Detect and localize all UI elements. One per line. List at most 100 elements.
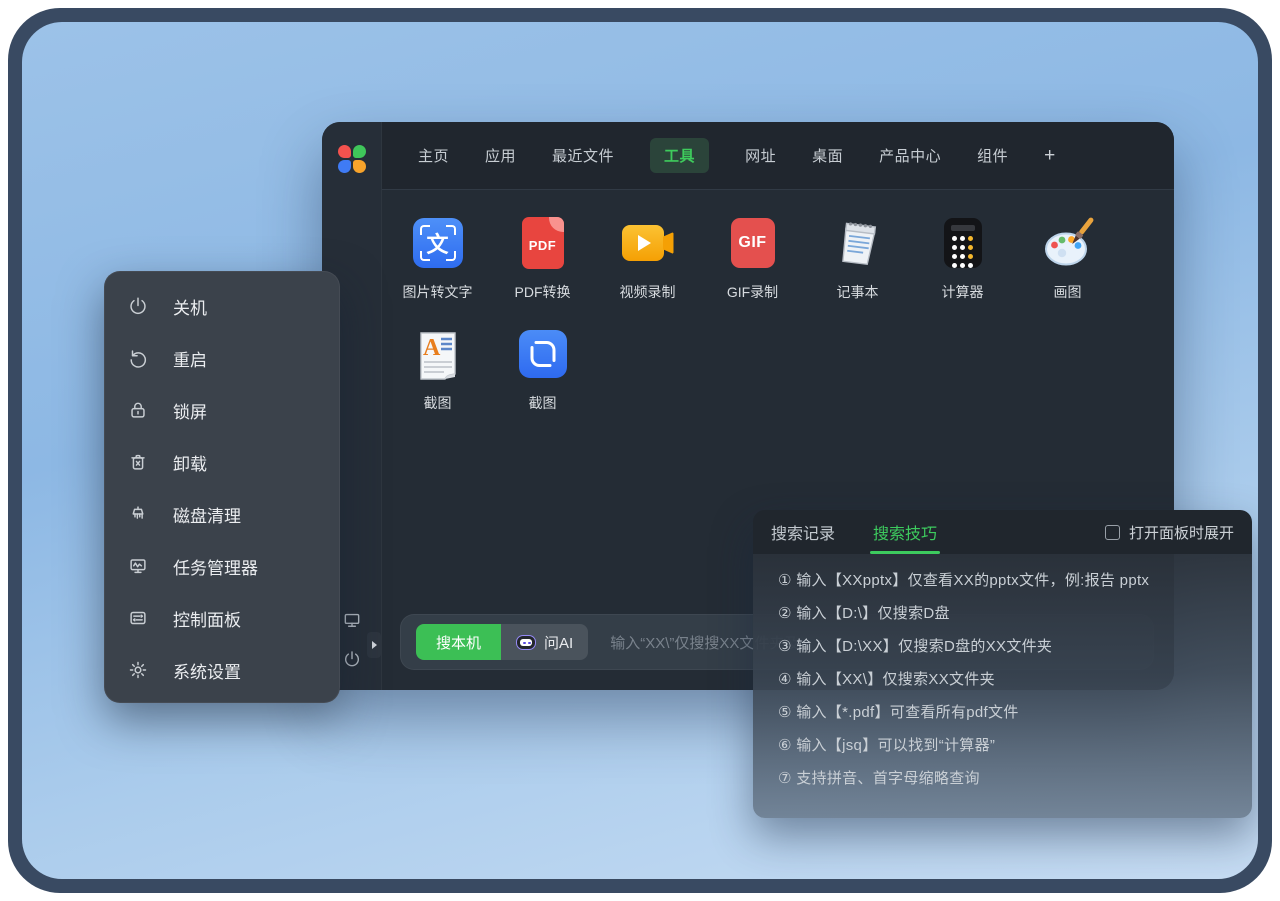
tool-art: GIF: [731, 217, 775, 269]
tool-label: GIF录制: [727, 282, 778, 302]
tool-row: A 截图 截图: [382, 328, 1174, 413]
menu-item-disk-clean[interactable]: 磁盘清理: [105, 488, 339, 540]
tool-label: 计算器: [942, 282, 984, 302]
notepad-icon: [832, 217, 884, 269]
control-panel-icon: [127, 607, 149, 629]
ocr-icon: 文: [413, 218, 463, 268]
nav-tab-2[interactable]: 最近文件: [552, 145, 614, 166]
tip-item: ③ 输入【D:\XX】仅搜索D盘的XX文件夹: [778, 637, 1227, 657]
pdf-file-icon: PDF: [522, 217, 564, 269]
checkbox-icon[interactable]: [1105, 525, 1120, 540]
tool-pdf[interactable]: PDFPDF转换: [490, 217, 595, 302]
tool-label: 图片转文字: [403, 282, 473, 302]
robot-icon: [516, 635, 536, 650]
ask-ai-label: 问AI: [544, 632, 573, 653]
tip-item: ⑦ 支持拼音、首字母缩略查询: [778, 769, 1227, 789]
device-frame: 主页应用最近文件工具网址桌面产品中心组件+ 文图片转文字PDFPDF转换视频录制…: [8, 8, 1272, 893]
tool-art: [622, 217, 674, 269]
uninstall-icon: [127, 451, 149, 473]
restart-icon: [127, 347, 149, 369]
chevron-right-icon: [372, 641, 377, 649]
sidebar-expand-handle[interactable]: [367, 632, 381, 658]
nav-tab-0[interactable]: 主页: [418, 145, 449, 166]
wordpad-document-icon: A: [413, 328, 463, 380]
tip-item: ② 输入【D:\】仅搜索D盘: [778, 604, 1227, 624]
search-local-button[interactable]: 搜本机: [416, 624, 501, 660]
tool-art: [1041, 217, 1095, 269]
nav-tab-bar: 主页 应用 最近文件 工具 网址 桌面 产品中心 组件 +: [382, 122, 1174, 190]
app-logo-icon[interactable]: [338, 145, 366, 173]
ask-ai-button[interactable]: 问AI: [501, 624, 588, 660]
tool-wordpad[interactable]: A 截图: [385, 328, 490, 413]
menu-item-uninstall[interactable]: 卸载: [105, 436, 339, 488]
nav-tab-3-selected[interactable]: 工具: [650, 138, 709, 173]
menu-item-label: 磁盘清理: [173, 502, 241, 527]
search-tips-panel: 搜索记录 搜索技巧 打开面板时展开 ① 输入【XXpptx】仅查看XX的pptx…: [753, 510, 1252, 818]
settings-icon: [127, 659, 149, 681]
search-mode-toggle: 搜本机 问AI: [416, 624, 588, 660]
tool-art: [944, 217, 982, 269]
nav-tab-6[interactable]: 产品中心: [879, 145, 941, 166]
logo-petal-blue: [338, 160, 351, 173]
gif-icon: GIF: [731, 218, 775, 268]
tool-paint[interactable]: 画图: [1015, 217, 1120, 302]
tool-crop[interactable]: 截图: [490, 328, 595, 413]
tool-notepad[interactable]: 记事本: [805, 217, 910, 302]
tab-search-tips[interactable]: 搜索技巧: [873, 510, 937, 554]
tool-row: 文图片转文字PDFPDF转换视频录制GIFGIF录制 记事本 计算器: [382, 217, 1174, 302]
tool-label: 视频录制: [620, 282, 676, 302]
menu-item-task-manager[interactable]: 任务管理器: [105, 540, 339, 592]
tool-calculator[interactable]: 计算器: [910, 217, 1015, 302]
tool-label: 记事本: [837, 282, 879, 302]
monitor-icon[interactable]: [342, 610, 362, 630]
logo-petal-green: [353, 145, 366, 158]
menu-item-control-panel[interactable]: 控制面板: [105, 592, 339, 644]
tool-label: 画图: [1054, 282, 1082, 302]
menu-item-power[interactable]: 关机: [105, 280, 339, 332]
tool-art: [832, 217, 884, 269]
nav-tab-7[interactable]: 组件: [977, 145, 1008, 166]
menu-item-label: 关机: [173, 294, 207, 319]
nav-tab-4[interactable]: 网址: [745, 145, 776, 166]
tip-item: ① 输入【XXpptx】仅查看XX的pptx文件，例:报告 pptx: [778, 571, 1227, 591]
menu-item-label: 控制面板: [173, 606, 241, 631]
svg-text:A: A: [423, 335, 441, 361]
menu-item-label: 重启: [173, 346, 207, 371]
logo-petal-red: [338, 145, 351, 158]
menu-item-label: 系统设置: [173, 658, 241, 683]
tip-item: ④ 输入【XX\】仅搜索XX文件夹: [778, 670, 1227, 690]
tip-item: ⑤ 输入【*.pdf】可查看所有pdf文件: [778, 703, 1227, 723]
crop-icon: [519, 330, 567, 378]
tool-label: 截图: [529, 393, 557, 413]
power-context-menu: 关机重启锁屏卸载磁盘清理任务管理器控制面板系统设置: [104, 271, 340, 703]
tool-art: 文: [413, 217, 463, 269]
nav-tab-5[interactable]: 桌面: [812, 145, 843, 166]
lock-icon: [127, 399, 149, 421]
calculator-icon: [944, 218, 982, 268]
tool-art: [519, 328, 567, 380]
tip-item: ⑥ 输入【jsq】可以找到“计算器”: [778, 736, 1227, 756]
tool-ocr[interactable]: 文图片转文字: [385, 217, 490, 302]
menu-item-label: 任务管理器: [173, 554, 258, 579]
menu-item-label: 卸载: [173, 450, 207, 475]
power-icon[interactable]: [342, 649, 362, 669]
disk-clean-icon: [127, 503, 149, 525]
tool-video[interactable]: 视频录制: [595, 217, 700, 302]
desktop-wallpaper: 主页应用最近文件工具网址桌面产品中心组件+ 文图片转文字PDFPDF转换视频录制…: [22, 22, 1258, 879]
logo-petal-orange: [353, 160, 366, 173]
menu-item-lock[interactable]: 锁屏: [105, 384, 339, 436]
nav-tab-1[interactable]: 应用: [485, 145, 516, 166]
task-manager-icon: [127, 555, 149, 577]
add-tab-button[interactable]: +: [1044, 145, 1056, 167]
menu-item-settings[interactable]: 系统设置: [105, 644, 339, 696]
screenshot-stage: 主页应用最近文件工具网址桌面产品中心组件+ 文图片转文字PDFPDF转换视频录制…: [0, 0, 1280, 901]
power-icon: [127, 295, 149, 317]
tab-search-history[interactable]: 搜索记录: [771, 510, 835, 554]
tool-art: PDF: [522, 217, 564, 269]
expand-on-open-checkbox[interactable]: 打开面板时展开: [1105, 510, 1234, 554]
video-camera-icon: [622, 225, 674, 261]
menu-item-restart[interactable]: 重启: [105, 332, 339, 384]
tool-art: A: [413, 328, 463, 380]
tool-gif[interactable]: GIF GIF录制: [700, 217, 805, 302]
tips-panel-header: 搜索记录 搜索技巧 打开面板时展开: [753, 510, 1252, 554]
